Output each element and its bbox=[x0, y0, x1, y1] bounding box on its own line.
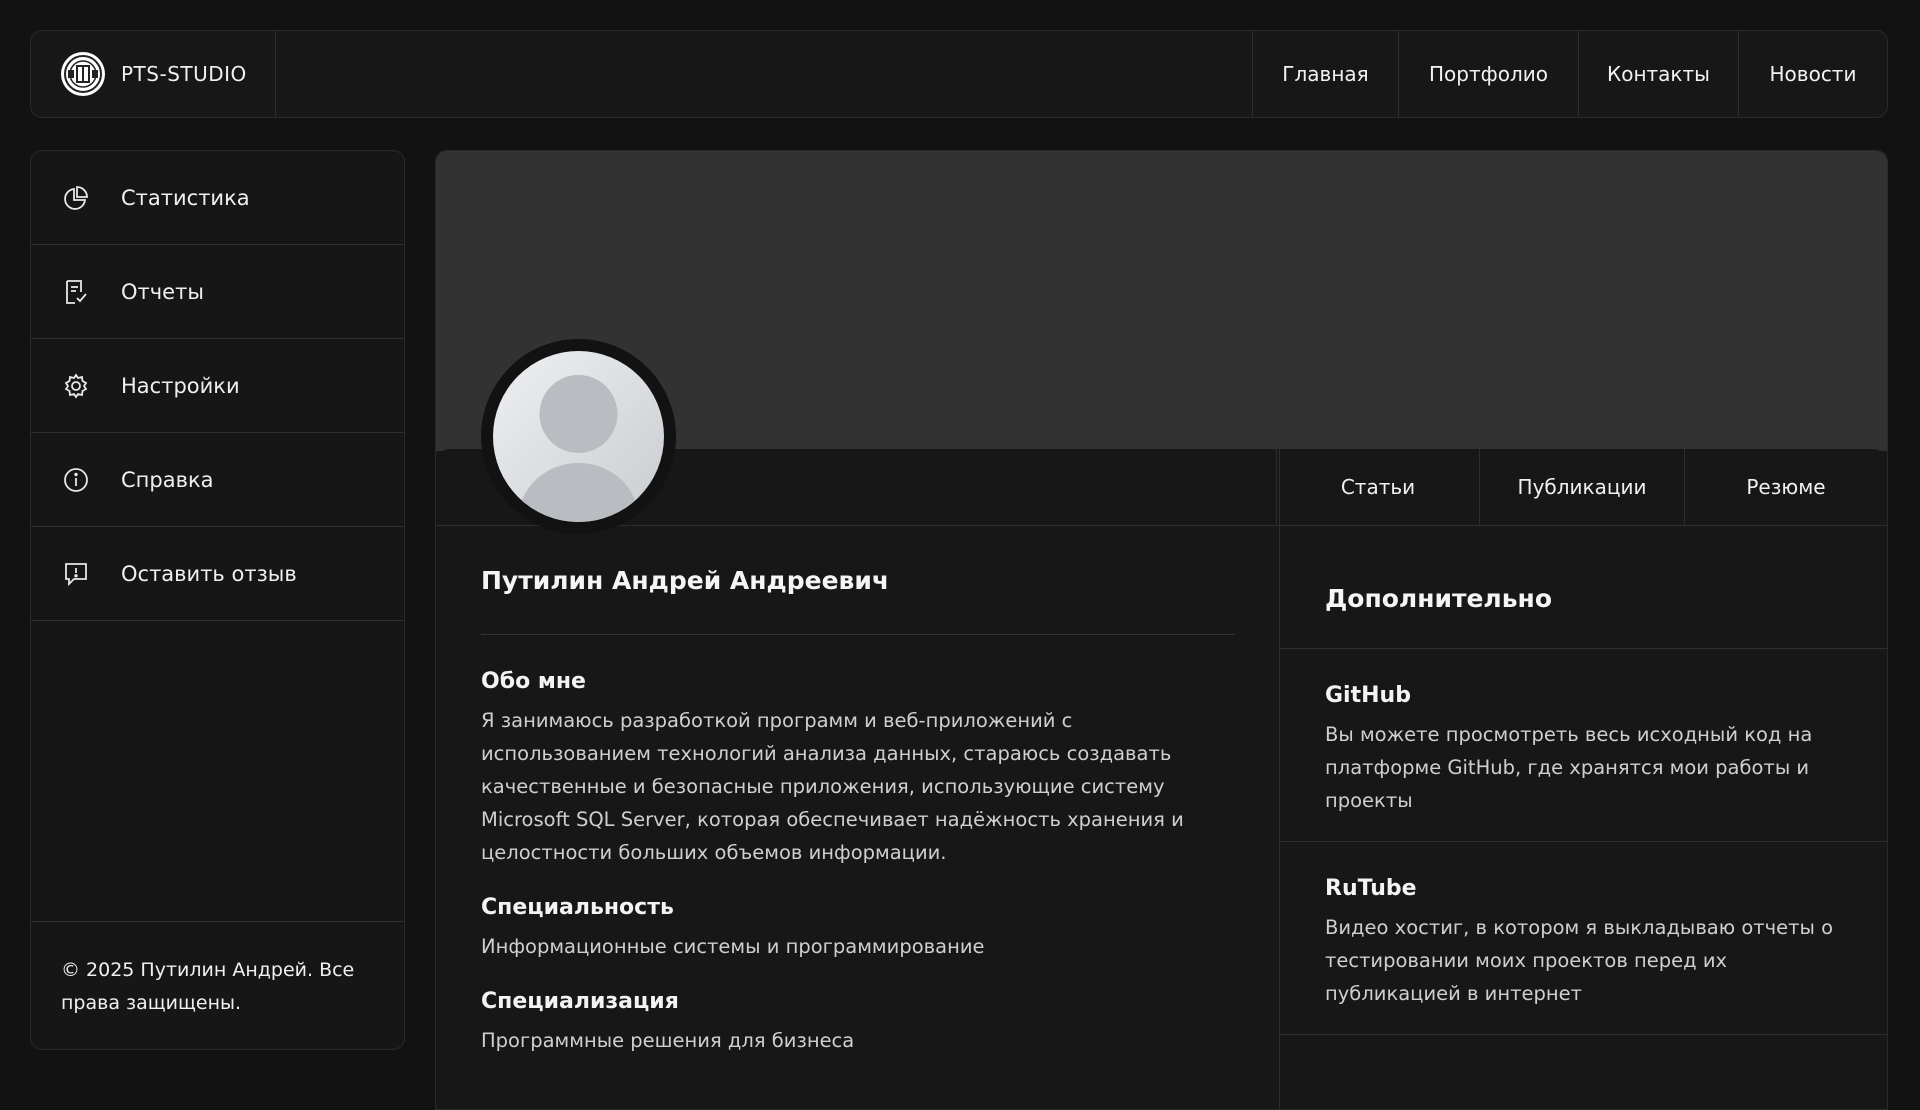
github-text: Вы можете просмотреть весь исходный код … bbox=[1325, 723, 1813, 812]
sidebar-item-statistics[interactable]: Статистика bbox=[31, 151, 404, 245]
sidebar-item-label: Отчеты bbox=[121, 279, 204, 304]
pie-chart-icon bbox=[61, 183, 91, 213]
rutube-title: RuTube bbox=[1325, 876, 1417, 901]
tab-resume[interactable]: Резюме bbox=[1684, 449, 1887, 525]
about-text: Я занимаюсь разработкой программ и веб-п… bbox=[481, 709, 1184, 864]
extra-info: Дополнительно GitHub Вы можете просмотре… bbox=[1280, 526, 1887, 1035]
gear-icon bbox=[61, 371, 91, 401]
specialization-text: Программные решения для бизнеса bbox=[481, 1029, 855, 1052]
brand-name: PTS-STUDIO bbox=[121, 62, 247, 86]
feedback-icon bbox=[61, 559, 91, 589]
tab-publications[interactable]: Публикации bbox=[1479, 449, 1684, 525]
copyright: © 2025 Путилин Андрей. Все права защищен… bbox=[31, 921, 404, 1049]
top-nav: Главная Портфолио Контакты Новости bbox=[1252, 31, 1887, 117]
info-icon bbox=[61, 465, 91, 495]
profile-card: Статьи Публикации Резюме Путилин Андрей … bbox=[435, 150, 1888, 1110]
nav-portfolio[interactable]: Портфолио bbox=[1398, 31, 1578, 117]
sidebar-item-feedback[interactable]: Оставить отзыв bbox=[31, 527, 404, 621]
sidebar-item-label: Оставить отзыв bbox=[121, 561, 297, 586]
sidebar-item-label: Статистика bbox=[121, 185, 250, 210]
about-title: Обо мне bbox=[481, 669, 586, 694]
sidebar: Статистика Отчеты Настройки Справка Оста… bbox=[30, 150, 405, 1050]
profile-name: Путилин Андрей Андреевич bbox=[481, 566, 890, 595]
nav-contacts[interactable]: Контакты bbox=[1578, 31, 1738, 117]
sidebar-item-label: Настройки bbox=[121, 373, 240, 398]
profile-tabs: Статьи Публикации Резюме bbox=[1276, 449, 1887, 525]
profile-info: Путилин Андрей Андреевич Обо мне Я заним… bbox=[481, 526, 1235, 1057]
brand[interactable]: PTS-STUDIO bbox=[31, 31, 276, 117]
nav-news[interactable]: Новости bbox=[1738, 31, 1887, 117]
github-block[interactable]: GitHub Вы можете просмотреть весь исходн… bbox=[1280, 649, 1887, 842]
sidebar-item-settings[interactable]: Настройки bbox=[31, 339, 404, 433]
rutube-block[interactable]: RuTube Видео хостиг, в котором я выклады… bbox=[1280, 842, 1887, 1035]
avatar[interactable] bbox=[493, 351, 664, 522]
specialization-title: Специализация bbox=[481, 989, 679, 1014]
user-silhouette-icon bbox=[518, 375, 639, 522]
avatar-frame bbox=[481, 339, 676, 534]
rutube-text: Видео хостиг, в котором я выкладываю отч… bbox=[1325, 916, 1834, 1005]
nav-home[interactable]: Главная bbox=[1252, 31, 1398, 117]
tab-articles[interactable]: Статьи bbox=[1276, 449, 1479, 525]
report-check-icon bbox=[61, 277, 91, 307]
specialty-title: Специальность bbox=[481, 895, 674, 920]
extra-title: Дополнительно bbox=[1280, 526, 1887, 649]
top-navbar: PTS-STUDIO Главная Портфолио Контакты Но… bbox=[30, 30, 1888, 118]
sidebar-item-label: Справка bbox=[121, 467, 214, 492]
sidebar-item-reports[interactable]: Отчеты bbox=[31, 245, 404, 339]
github-title: GitHub bbox=[1325, 683, 1411, 708]
pts-logo-icon bbox=[61, 52, 105, 96]
sidebar-item-help[interactable]: Справка bbox=[31, 433, 404, 527]
specialty-text: Информационные системы и программировани… bbox=[481, 935, 985, 958]
divider bbox=[481, 634, 1235, 635]
